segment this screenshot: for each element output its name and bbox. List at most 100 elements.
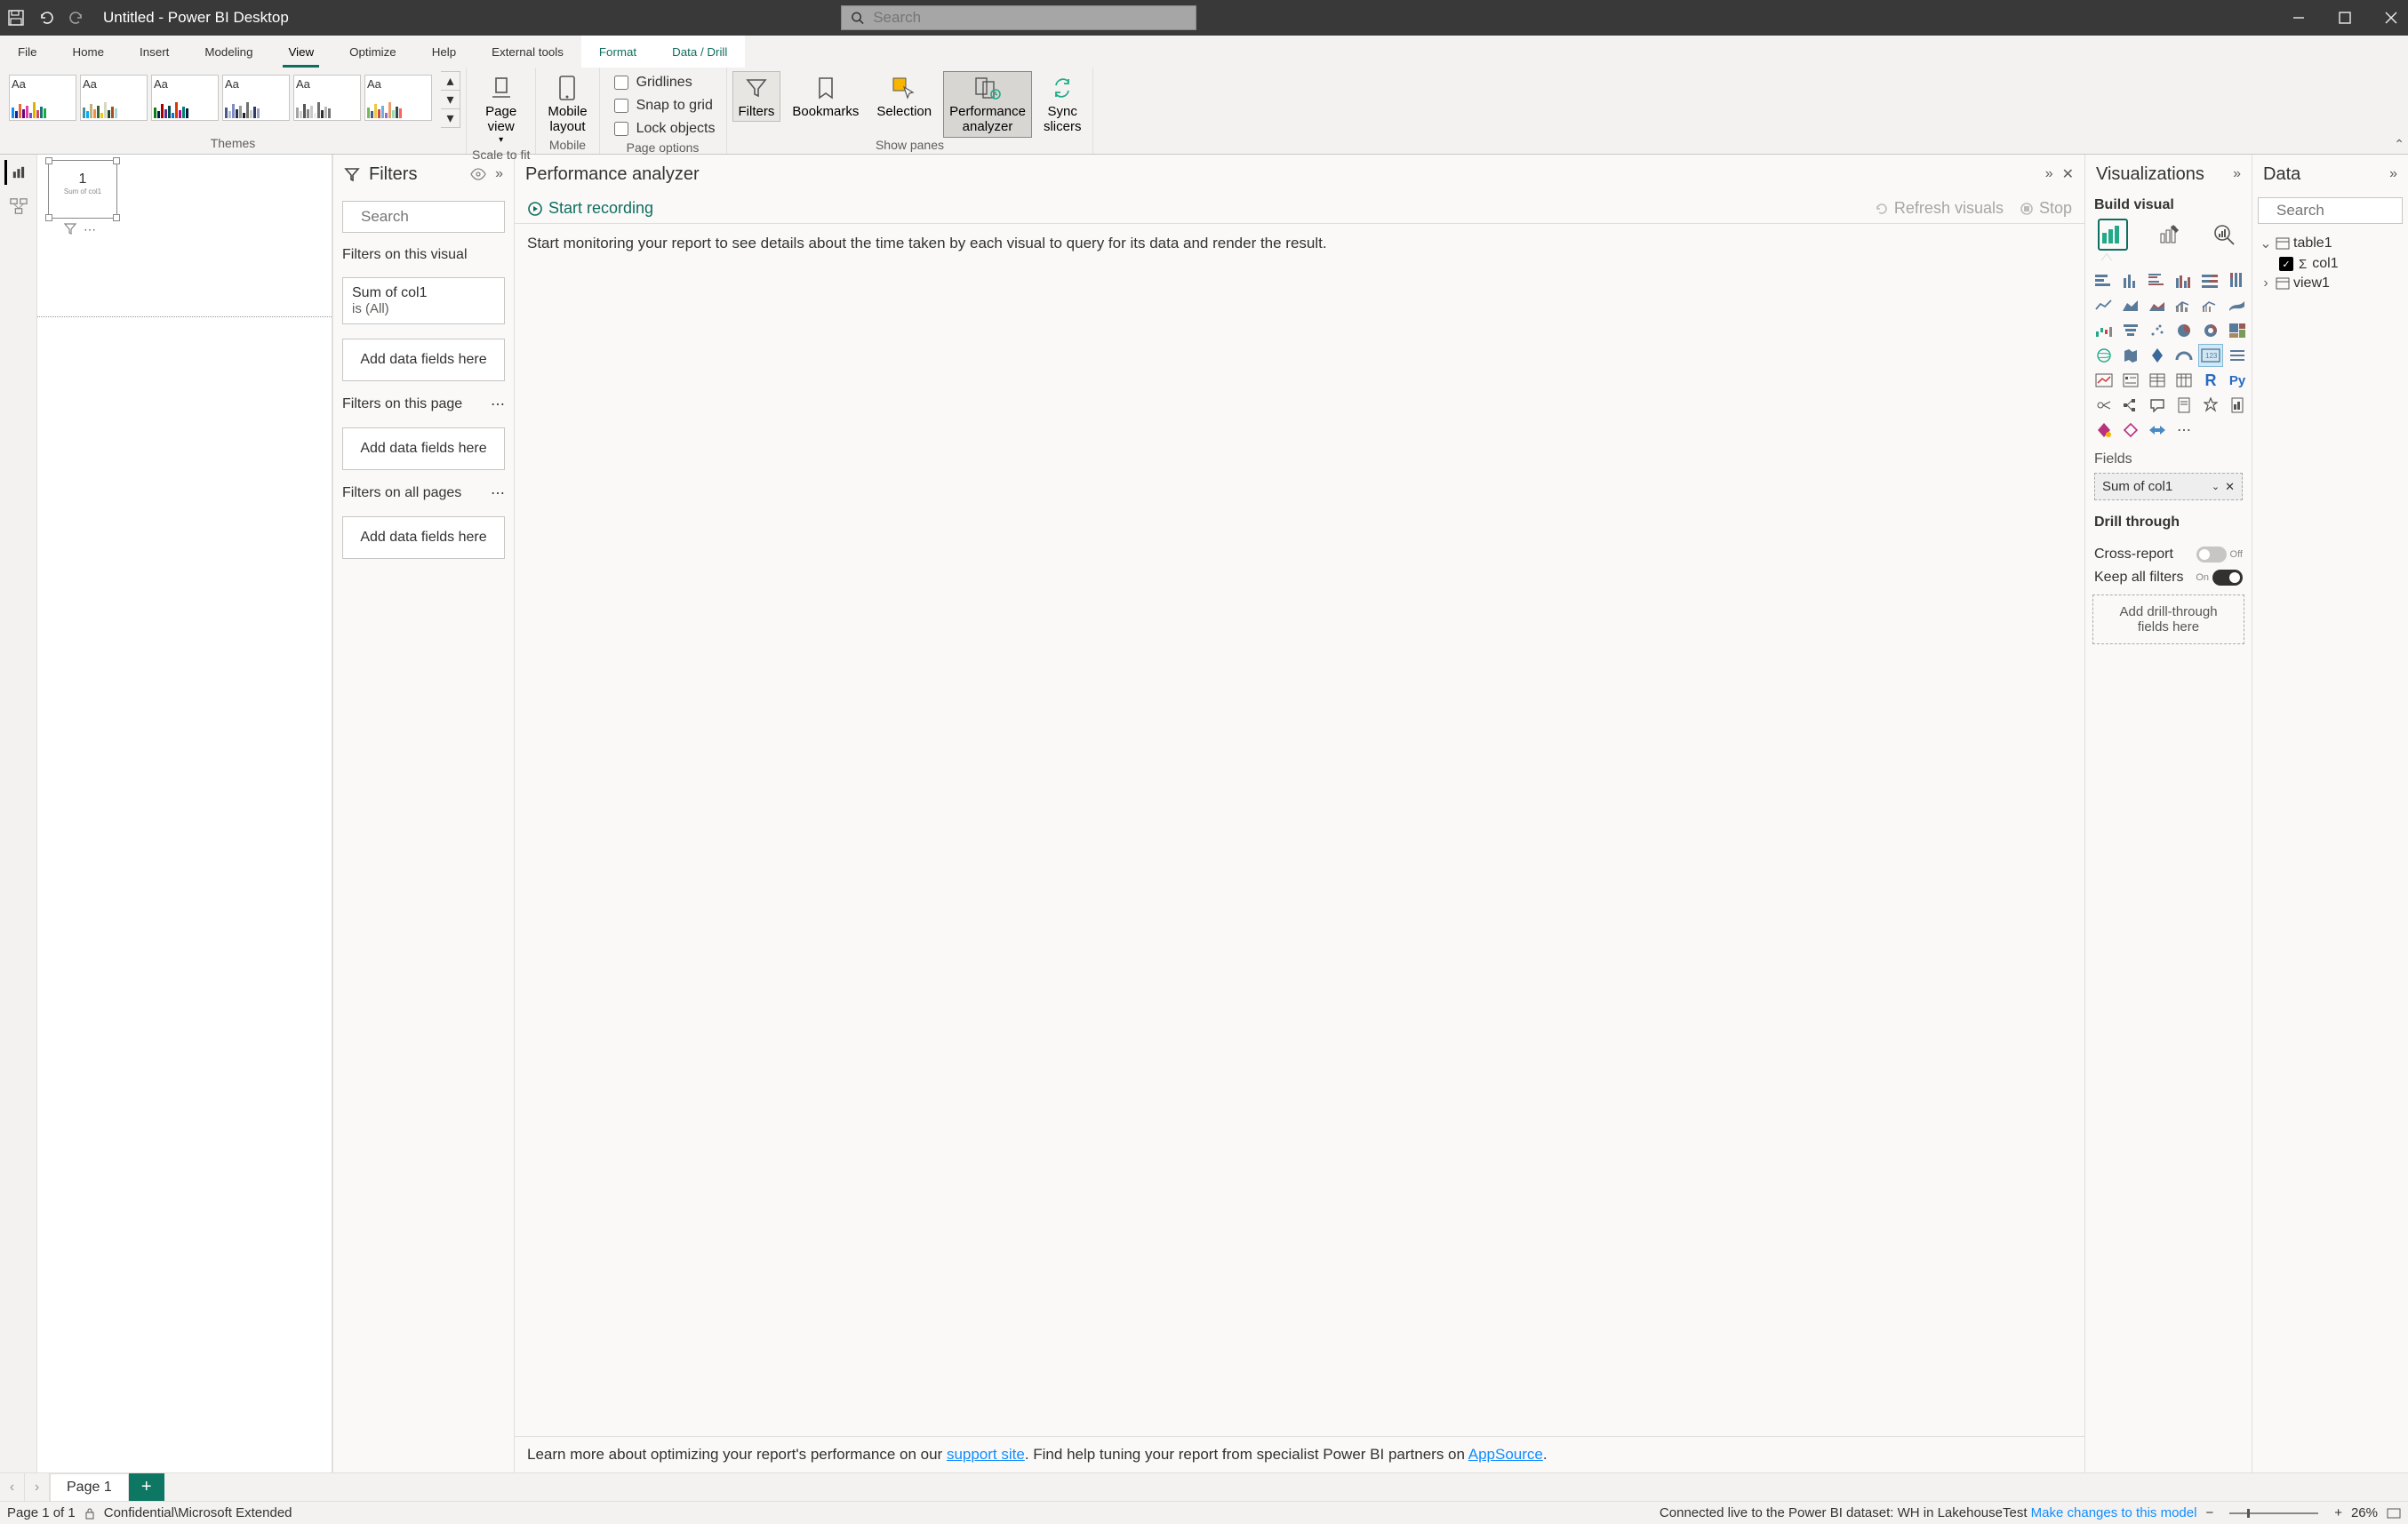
field-pill[interactable]: Sum of col1 ⌄ ✕ bbox=[2094, 473, 2243, 500]
tab-format[interactable]: Format bbox=[581, 36, 654, 68]
chevron-down-icon[interactable]: ▾ bbox=[441, 91, 460, 109]
collapse-icon[interactable]: » bbox=[495, 166, 503, 182]
build-mode-icon[interactable] bbox=[2098, 219, 2128, 251]
clustered-bar-icon[interactable] bbox=[2146, 270, 2169, 291]
support-link[interactable]: support site bbox=[947, 1446, 1025, 1463]
zoom-in-icon[interactable]: + bbox=[2334, 1505, 2342, 1520]
report-canvas[interactable]: 1 Sum of col1 ⋯ bbox=[37, 155, 332, 1472]
filter-dropzone-page[interactable]: Add data fields here bbox=[342, 427, 505, 470]
prev-page-icon[interactable]: ‹ bbox=[0, 1473, 25, 1501]
theme-swatch[interactable]: Aa bbox=[293, 75, 361, 121]
chevron-up-icon[interactable]: ▴ bbox=[441, 72, 460, 91]
search-input[interactable] bbox=[871, 8, 1187, 28]
save-icon[interactable] bbox=[7, 9, 25, 27]
next-page-icon[interactable]: › bbox=[25, 1473, 50, 1501]
goals-icon[interactable] bbox=[2199, 395, 2222, 416]
page-tab[interactable]: Page 1 bbox=[50, 1473, 129, 1501]
remove-icon[interactable]: ✕ bbox=[2225, 480, 2235, 494]
tab-home[interactable]: Home bbox=[54, 36, 122, 68]
tab-help[interactable]: Help bbox=[414, 36, 474, 68]
add-page-button[interactable]: + bbox=[129, 1473, 164, 1501]
chevron-down-icon[interactable]: ⌄ bbox=[2212, 481, 2220, 492]
theme-swatch[interactable]: Aa bbox=[9, 75, 76, 121]
model-view-icon[interactable] bbox=[4, 194, 33, 219]
map-icon[interactable] bbox=[2092, 345, 2116, 366]
treemap-icon[interactable] bbox=[2226, 320, 2249, 341]
tab-view[interactable]: View bbox=[270, 36, 332, 68]
mobile-layout-button[interactable]: Mobile layout bbox=[541, 71, 593, 138]
start-recording-button[interactable]: Start recording bbox=[527, 199, 653, 218]
collapse-ribbon-icon[interactable]: ⌃ bbox=[2394, 137, 2404, 152]
redo-icon[interactable] bbox=[68, 9, 85, 27]
qa-icon[interactable] bbox=[2146, 395, 2169, 416]
azure-map-icon[interactable] bbox=[2146, 345, 2169, 366]
report-view-icon[interactable] bbox=[4, 160, 33, 185]
analytics-mode-icon[interactable] bbox=[2209, 219, 2239, 251]
narrative-icon[interactable] bbox=[2172, 395, 2196, 416]
line-chart-icon[interactable] bbox=[2092, 295, 2116, 316]
table-node[interactable]: ⌄ table1 bbox=[2260, 233, 2401, 254]
stacked-column-icon[interactable] bbox=[2119, 270, 2142, 291]
more-icon[interactable]: ⋯ bbox=[84, 222, 96, 237]
r-visual-icon[interactable]: R bbox=[2199, 370, 2222, 391]
fit-to-page-icon[interactable] bbox=[2387, 1508, 2401, 1519]
chevron-right-icon[interactable]: › bbox=[2260, 275, 2272, 291]
close-icon[interactable]: ✕ bbox=[2062, 165, 2074, 183]
themes-gallery[interactable]: Aa Aa Aa Aa Aa Aa bbox=[5, 71, 436, 124]
scatter-icon[interactable] bbox=[2146, 320, 2169, 341]
table-icon[interactable] bbox=[2146, 370, 2169, 391]
gridlines-checkbox[interactable]: Gridlines bbox=[611, 73, 716, 92]
theme-swatch[interactable]: Aa bbox=[364, 75, 432, 121]
zoom-out-icon[interactable]: − bbox=[2205, 1505, 2213, 1520]
theme-swatch[interactable]: Aa bbox=[151, 75, 219, 121]
decomposition-icon[interactable] bbox=[2119, 395, 2142, 416]
area-chart-icon[interactable] bbox=[2119, 295, 2142, 316]
tab-external[interactable]: External tools bbox=[474, 36, 581, 68]
waterfall-icon[interactable] bbox=[2092, 320, 2116, 341]
lock-checkbox[interactable]: Lock objects bbox=[611, 119, 716, 139]
drill-dropzone[interactable]: Add drill-through fields here bbox=[2092, 594, 2244, 644]
filled-map-icon[interactable] bbox=[2119, 345, 2142, 366]
sync-slicers-button[interactable]: Sync slicers bbox=[1037, 71, 1088, 138]
themes-expand[interactable]: ▴ ▾ ▾ bbox=[441, 71, 460, 128]
collapse-icon[interactable]: » bbox=[2389, 166, 2397, 182]
funnel-chart-icon[interactable] bbox=[2119, 320, 2142, 341]
key-influencers-icon[interactable] bbox=[2092, 395, 2116, 416]
more-icon[interactable]: ⋯ bbox=[491, 484, 505, 502]
power-automate-icon[interactable] bbox=[2119, 419, 2142, 441]
power-apps-icon[interactable] bbox=[2092, 419, 2116, 441]
gauge-icon[interactable] bbox=[2172, 345, 2196, 366]
ribbon-chart-icon[interactable] bbox=[2226, 295, 2249, 316]
tab-insert[interactable]: Insert bbox=[122, 36, 187, 68]
app-source-icon[interactable] bbox=[2146, 419, 2169, 441]
filters-search[interactable] bbox=[342, 201, 505, 233]
line-column-icon[interactable] bbox=[2172, 295, 2196, 316]
donut-icon[interactable] bbox=[2199, 320, 2222, 341]
eye-icon[interactable] bbox=[470, 168, 486, 180]
zoom-slider[interactable] bbox=[2229, 1512, 2318, 1514]
pie-icon[interactable] bbox=[2172, 320, 2196, 341]
close-icon[interactable] bbox=[2381, 9, 2401, 27]
column-node[interactable]: ✓ Σ col1 bbox=[2260, 254, 2401, 274]
maximize-icon[interactable] bbox=[2335, 9, 2355, 27]
card-visual[interactable]: 1 Sum of col1 bbox=[48, 160, 117, 219]
chevron-down-icon[interactable]: ⌄ bbox=[2260, 235, 2272, 252]
data-search[interactable] bbox=[2258, 197, 2403, 224]
make-changes-link[interactable]: Make changes to this model bbox=[2031, 1505, 2197, 1520]
snap-checkbox[interactable]: Snap to grid bbox=[611, 96, 716, 116]
multi-row-card-icon[interactable] bbox=[2226, 345, 2249, 366]
theme-swatch[interactable]: Aa bbox=[80, 75, 148, 121]
filter-dropzone-all[interactable]: Add data fields here bbox=[342, 516, 505, 559]
funnel-icon[interactable] bbox=[64, 222, 76, 237]
search-box[interactable] bbox=[841, 5, 1196, 30]
filters-pane-button[interactable]: Filters bbox=[732, 71, 781, 122]
cross-report-toggle[interactable] bbox=[2196, 547, 2227, 563]
collapse-icon[interactable]: » bbox=[2233, 166, 2241, 182]
stacked-area-icon[interactable] bbox=[2146, 295, 2169, 316]
minimize-icon[interactable] bbox=[2289, 9, 2308, 27]
collapse-icon[interactable]: » bbox=[2045, 166, 2053, 182]
python-visual-icon[interactable]: Py bbox=[2226, 370, 2249, 391]
filter-card[interactable]: Sum of col1 is (All) bbox=[342, 277, 505, 324]
format-mode-icon[interactable] bbox=[2153, 219, 2183, 251]
kpi-icon[interactable] bbox=[2092, 370, 2116, 391]
